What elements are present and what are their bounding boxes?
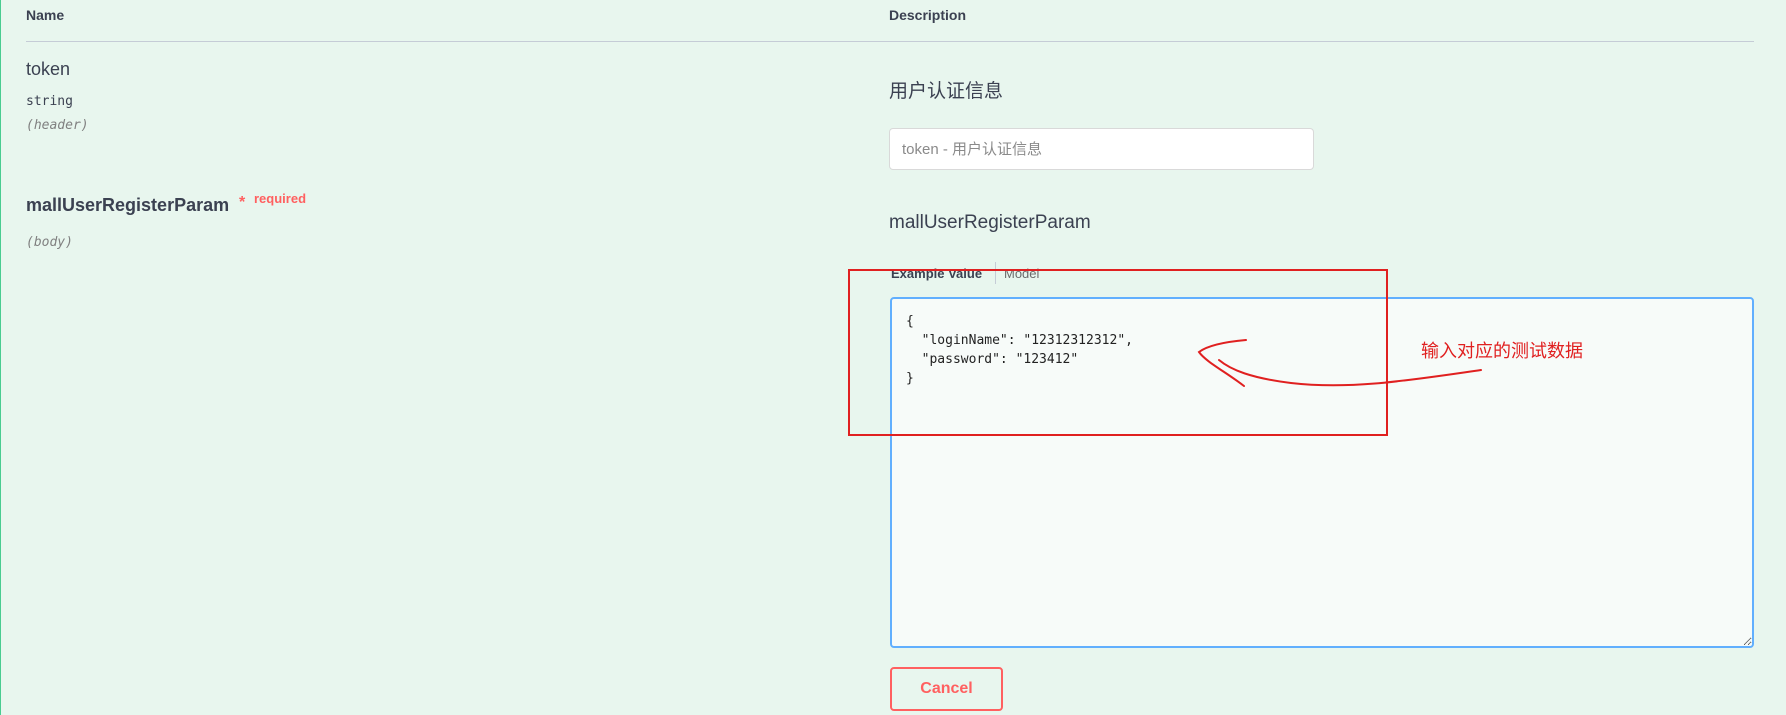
param-name-token: token — [26, 59, 71, 79]
column-header-description: Description — [889, 7, 967, 23]
column-header-name: Name — [26, 7, 65, 23]
body-editor[interactable] — [890, 297, 1754, 648]
param-location-token: (header) — [26, 118, 89, 133]
param-description-token: 用户认证信息 — [889, 81, 1004, 102]
header-divider — [26, 41, 1754, 42]
parameters-panel: Name Description token string (header) 用… — [0, 0, 1786, 715]
tab-example-value[interactable]: Example Value — [891, 266, 982, 281]
page: Name Description token string (header) 用… — [0, 0, 1786, 715]
token-input[interactable] — [889, 128, 1314, 170]
param-name-body: mallUserRegisterParam — [26, 195, 230, 215]
annotation-text: 输入对应的测试数据 — [1421, 341, 1583, 362]
param-description-body: mallUserRegisterParam — [889, 212, 1091, 233]
param-location-body: (body) — [26, 235, 73, 250]
required-star: * — [239, 194, 246, 211]
tab-model[interactable]: Model — [1004, 266, 1039, 281]
tab-divider — [995, 262, 996, 284]
required-label: required — [254, 191, 307, 206]
param-type-token: string — [26, 94, 73, 109]
cancel-button[interactable]: Cancel — [890, 667, 1003, 711]
